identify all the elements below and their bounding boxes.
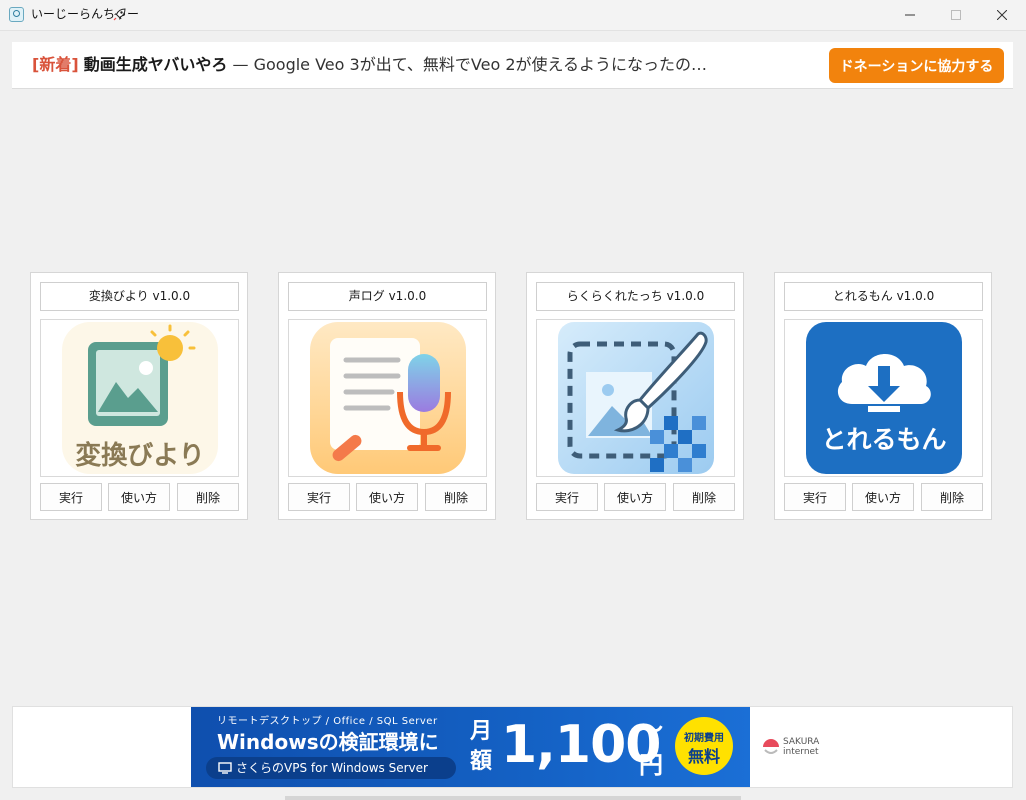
app-image: 変換びより (40, 319, 239, 477)
ad-price: 1,100 (501, 715, 661, 775)
app-card-rakuraku-retouch: らくらくれたっち v1.0.0 実行 使い方 削除 (526, 272, 744, 520)
maximize-button[interactable] (933, 0, 979, 30)
henkan-biyori-icon: 変換びより (62, 322, 218, 474)
app-image (288, 319, 487, 477)
ad-yen: 円 (639, 751, 663, 779)
ad-badge: 初期費用 無料 (675, 717, 733, 775)
koe-log-icon (310, 322, 466, 474)
sponsor-logo-text: SAKURA internet (783, 737, 819, 757)
app-card-koe-log: 声ログ v1.0.0 実行 使い方 削除 (278, 272, 496, 520)
henkan-biyori-icon-text: 変換びより (75, 440, 204, 471)
torerumon-icon-text: とれるもん (821, 425, 946, 454)
howto-button[interactable]: 使い方 (356, 483, 418, 511)
app-image: とれるもん (784, 319, 983, 477)
run-button[interactable]: 実行 (40, 483, 102, 511)
app-title: 声ログ v1.0.0 (288, 282, 487, 311)
news-banner: [新着] 動画生成ヤバいやろ — Google Veo 3が出て、無料でVeo … (12, 42, 1013, 89)
news-description: — Google Veo 3が出て、無料でVeo 2が使えるようになったの… (227, 55, 708, 74)
bottom-scroll-indicator (285, 796, 741, 800)
delete-button[interactable]: 削除 (177, 483, 239, 511)
ad-area: リモートデスクトップ / Office / SQL Server Windows… (12, 706, 1013, 788)
app-title: とれるもん v1.0.0 (784, 282, 983, 311)
sakura-logo-icon (763, 739, 779, 754)
ad-month-label: 月額 (469, 719, 492, 774)
app-image (536, 319, 735, 477)
delete-button[interactable]: 削除 (425, 483, 487, 511)
ad-line1: リモートデスクトップ / Office / SQL Server (217, 716, 438, 727)
app-card-henkan-biyori: 変換びより v1.0.0 変換びより 実行 使い方 削除 (30, 272, 248, 520)
ad-pill: さくらのVPS for Windows Server (206, 757, 456, 779)
news-link[interactable]: [新着] 動画生成ヤバいやろ — Google Veo 3が出て、無料でVeo … (32, 55, 707, 75)
rakuraku-retouch-icon (558, 322, 714, 474)
howto-button[interactable]: 使い方 (604, 483, 666, 511)
minimize-icon (905, 14, 915, 16)
torerumon-icon: とれるもん (806, 322, 962, 474)
ad-badge-bottom: 無料 (687, 747, 720, 766)
run-button[interactable]: 実行 (784, 483, 846, 511)
delete-button[interactable]: 削除 (673, 483, 735, 511)
howto-button[interactable]: 使い方 (852, 483, 914, 511)
ad-tilde: 〜 (639, 715, 663, 743)
app-icon (9, 7, 24, 22)
news-tag: [新着] (32, 55, 79, 74)
ad-badge-top: 初期費用 (684, 733, 724, 744)
delete-button[interactable]: 削除 (921, 483, 983, 511)
minimize-button[interactable] (887, 0, 933, 30)
app-title: 変換びより v1.0.0 (40, 282, 239, 311)
run-button[interactable]: 実行 (536, 483, 598, 511)
howto-button[interactable]: 使い方 (108, 483, 170, 511)
rocket-icon (113, 8, 126, 21)
donate-button[interactable]: ドネーションに協力する (829, 48, 1004, 83)
run-button[interactable]: 実行 (288, 483, 350, 511)
news-headline: 動画生成ヤバいやろ (83, 55, 228, 74)
ad-banner[interactable]: リモートデスクトップ / Office / SQL Server Windows… (191, 707, 750, 787)
close-button[interactable] (979, 0, 1025, 30)
app-title: らくらくれたっち v1.0.0 (536, 282, 735, 311)
vps-icon (218, 762, 232, 774)
close-icon (997, 10, 1007, 20)
sponsor-line1: SAKURA (783, 737, 820, 747)
title-bar: いーじーらんちゃー (0, 0, 1026, 31)
app-card-torerumon: とれるもん v1.0.0 とれるもん 実行 使い方 削除 (774, 272, 992, 520)
maximize-icon (951, 10, 961, 20)
sponsor-line2: internet (783, 747, 819, 757)
ad-pill-text: さくらのVPS for Windows Server (236, 761, 428, 775)
ad-line2: Windowsの検証環境に (217, 730, 439, 754)
